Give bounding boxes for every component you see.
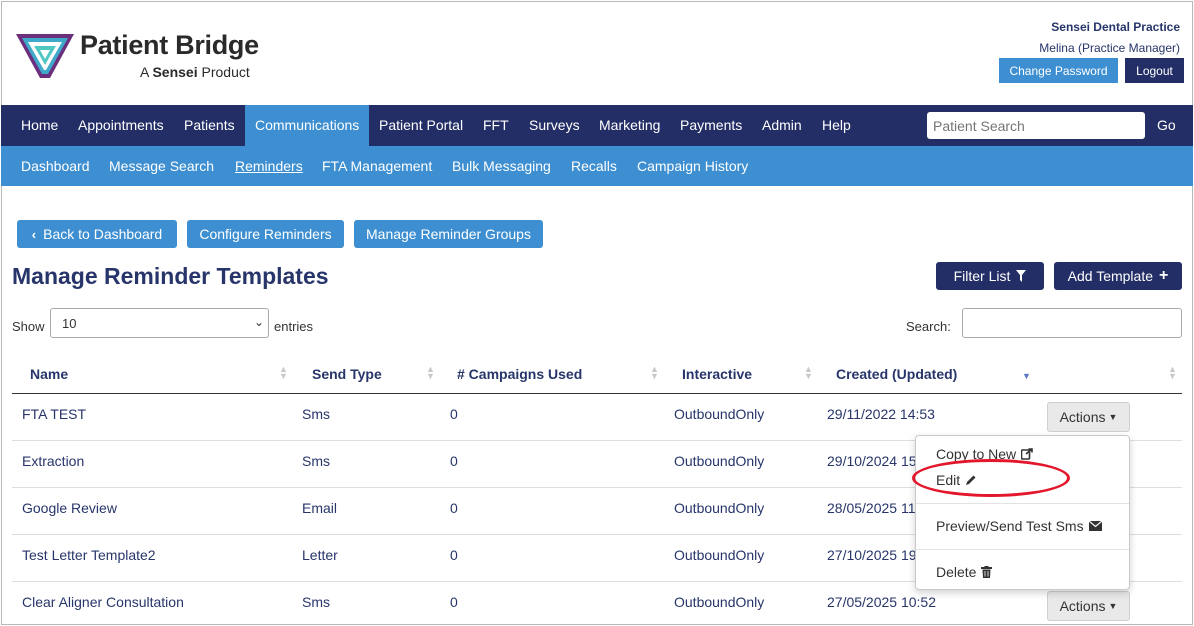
chevron-down-icon: ⌄: [253, 315, 264, 329]
nav-marketing[interactable]: Marketing: [599, 105, 660, 146]
patient-bridge-logo: [16, 34, 74, 78]
nav-patient-portal[interactable]: Patient Portal: [379, 105, 463, 146]
menu-preview-send-test[interactable]: Preview/Send Test Sms: [936, 518, 1102, 534]
menu-delete[interactable]: Delete: [936, 564, 993, 580]
sort-desc-icon: ▼: [1022, 371, 1031, 381]
brand-title: Patient Bridge: [80, 30, 259, 60]
column-campaigns-used[interactable]: # Campaigns Used: [457, 366, 582, 382]
sub-nav: Dashboard Message Search Reminders FTA M…: [1, 146, 1193, 186]
main-nav: Home Appointments Patients Communication…: [1, 105, 1193, 146]
column-name[interactable]: Name: [30, 366, 68, 382]
search-label: Search:: [906, 319, 951, 334]
show-label: Show: [12, 319, 45, 334]
manage-reminder-groups-button[interactable]: Manage Reminder Groups: [354, 220, 543, 248]
logout-button[interactable]: Logout: [1125, 58, 1184, 83]
column-interactive[interactable]: Interactive: [682, 366, 752, 382]
actions-button[interactable]: Actions ▼: [1047, 591, 1130, 621]
actions-menu: Copy to New Edit Preview/Send Test Sms D…: [915, 435, 1130, 590]
subnav-message-search[interactable]: Message Search: [109, 146, 214, 186]
menu-divider: [916, 503, 1129, 504]
table-header: Name ▲ ▼ Send Type ▲ ▼ # Campaigns Used ▲ ▼…: [12, 352, 1182, 394]
practice-name: Sensei Dental Practice: [1051, 20, 1180, 34]
subnav-dashboard[interactable]: Dashboard: [21, 146, 90, 186]
subnav-campaign-history[interactable]: Campaign History: [637, 146, 748, 186]
change-password-button[interactable]: Change Password: [999, 58, 1118, 83]
subnav-recalls[interactable]: Recalls: [571, 146, 617, 186]
table-search-input[interactable]: [962, 308, 1182, 338]
highlight-annotation: [912, 459, 1070, 497]
column-send-type[interactable]: Send Type: [312, 366, 382, 382]
brand-subtitle: A Sensei Product: [140, 64, 250, 80]
chevron-left-icon: ‹: [31, 226, 37, 242]
filter-list-button[interactable]: Filter List: [936, 262, 1044, 290]
nav-surveys[interactable]: Surveys: [529, 105, 580, 146]
sort-icon: ▲ ▼: [426, 364, 435, 381]
page-size-select[interactable]: 10 ⌄: [50, 308, 269, 338]
patient-search-input[interactable]: [927, 112, 1145, 139]
filter-icon: [1016, 270, 1027, 282]
sort-icon: ▲ ▼: [1168, 364, 1177, 381]
sort-icon: ▲ ▼: [650, 364, 659, 381]
user-name: Melina (Practice Manager): [1039, 41, 1180, 55]
subnav-reminders[interactable]: Reminders: [235, 146, 303, 186]
go-button[interactable]: Go: [1157, 105, 1176, 146]
subnav-bulk-messaging[interactable]: Bulk Messaging: [452, 146, 551, 186]
caret-down-icon: ▼: [1108, 601, 1118, 611]
configure-reminders-button[interactable]: Configure Reminders: [187, 220, 344, 248]
sort-icon: ▲ ▼: [279, 364, 288, 381]
plus-icon: +: [1159, 267, 1169, 284]
trash-icon: [981, 566, 993, 578]
sort-icon: ▲ ▼: [804, 364, 813, 381]
nav-communications[interactable]: Communications: [245, 105, 370, 146]
table-row[interactable]: FTA TEST Sms 0 OutboundOnly 29/11/2022 1…: [12, 394, 1182, 441]
nav-home[interactable]: Home: [21, 105, 58, 146]
nav-patients[interactable]: Patients: [184, 105, 235, 146]
add-template-button[interactable]: Add Template +: [1054, 262, 1182, 290]
nav-payments[interactable]: Payments: [680, 105, 742, 146]
nav-fft[interactable]: FFT: [483, 105, 509, 146]
page-title: Manage Reminder Templates: [12, 263, 329, 289]
caret-down-icon: ▼: [1108, 412, 1118, 422]
envelope-icon: [1088, 521, 1102, 531]
subnav-fta-management[interactable]: FTA Management: [322, 146, 432, 186]
back-to-dashboard-button[interactable]: ‹ Back to Dashboard: [17, 220, 177, 248]
share-icon: [1021, 448, 1033, 460]
column-created[interactable]: Created (Updated): [836, 366, 957, 382]
nav-admin[interactable]: Admin: [762, 105, 802, 146]
actions-button[interactable]: Actions ▼: [1047, 402, 1130, 432]
entries-label: entries: [274, 319, 314, 334]
nav-help[interactable]: Help: [822, 105, 851, 146]
nav-appointments[interactable]: Appointments: [78, 105, 164, 146]
menu-divider: [916, 549, 1129, 550]
